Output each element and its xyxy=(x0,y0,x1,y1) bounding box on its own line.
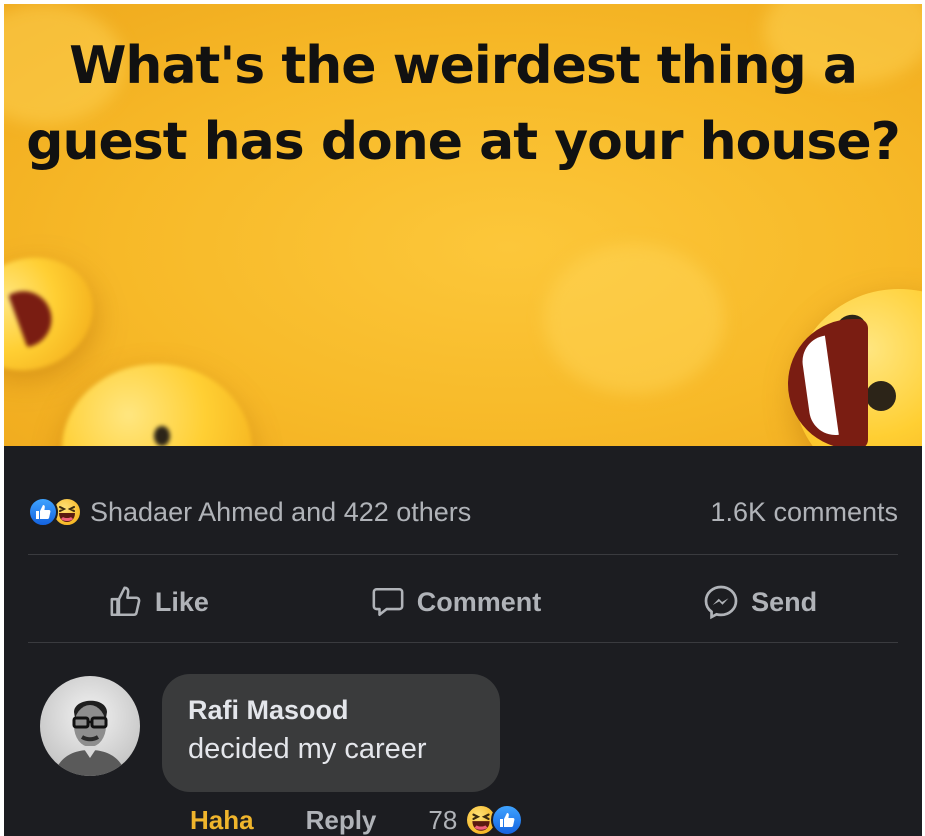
comment-reaction-count[interactable]: 78 xyxy=(428,805,457,836)
comment-author[interactable]: Rafi Masood xyxy=(188,692,474,728)
avatar[interactable] xyxy=(40,676,140,776)
comment-button[interactable]: Comment xyxy=(371,585,542,619)
haha-reaction-button[interactable]: Haha xyxy=(190,805,254,836)
like-icon xyxy=(28,497,58,527)
comment-actions: Haha Reply 78 xyxy=(190,800,524,836)
comments-count[interactable]: 1.6K comments xyxy=(710,497,898,528)
laughing-emoji-left xyxy=(4,240,109,388)
reactors[interactable]: Shadaer Ahmed and 422 others xyxy=(28,497,471,528)
comment-bubble-icon xyxy=(371,585,405,619)
thumbs-up-icon xyxy=(109,585,143,619)
comment-button-label: Comment xyxy=(416,586,542,617)
laughing-emoji-right xyxy=(788,289,922,446)
divider xyxy=(28,554,898,555)
like-button[interactable]: Like xyxy=(109,585,209,619)
divider xyxy=(28,642,898,643)
post-actions: Like Comment Send xyxy=(28,564,898,640)
like-icon xyxy=(491,804,524,836)
send-button-label: Send xyxy=(751,586,818,617)
post-card: What's the weirdest thing a guest has do… xyxy=(4,4,922,836)
reactors-summary-text[interactable]: Shadaer Ahmed and 422 others xyxy=(90,497,471,528)
smiley-emoji-bottom xyxy=(62,364,252,446)
post-image[interactable]: What's the weirdest thing a guest has do… xyxy=(4,4,922,446)
comment-text: decided my career xyxy=(188,733,427,765)
reactions-summary: Shadaer Ahmed and 422 others 1.6K commen… xyxy=(28,490,898,534)
messenger-icon xyxy=(703,584,739,620)
reply-button[interactable]: Reply xyxy=(306,805,377,836)
like-button-label: Like xyxy=(154,586,209,617)
comment-bubble: Rafi Masood decided my career xyxy=(162,674,500,792)
post-headline: What's the weirdest thing a guest has do… xyxy=(26,36,901,172)
send-button[interactable]: Send xyxy=(703,584,817,620)
